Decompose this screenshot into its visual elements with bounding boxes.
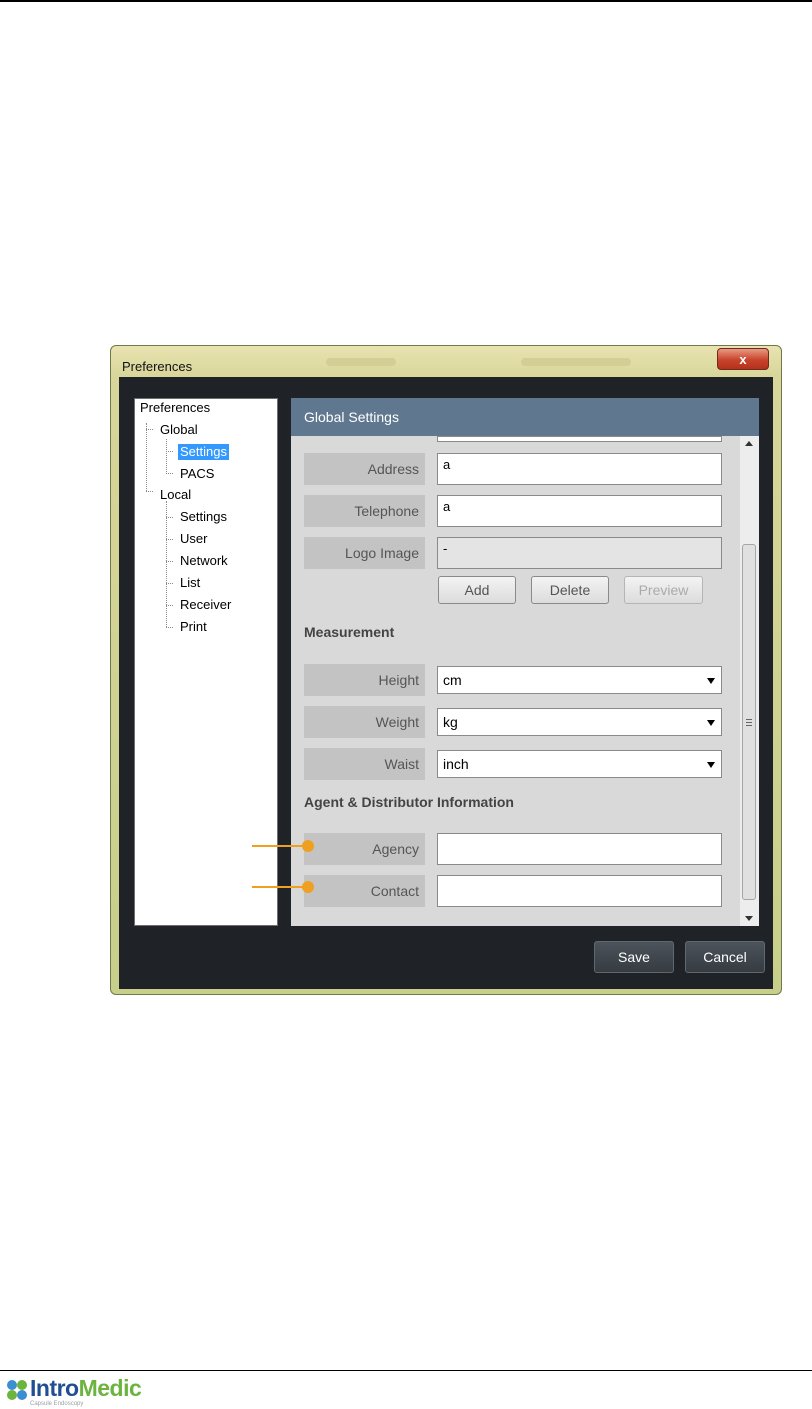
clipped-field[interactable] — [437, 436, 722, 442]
tree-line — [166, 439, 167, 474]
logo-intro: Intro — [30, 1375, 79, 1401]
waist-select[interactable]: inch — [437, 750, 722, 778]
contact-label: Contact — [304, 875, 425, 907]
scroll-up-arrow-icon[interactable] — [745, 441, 753, 446]
chevron-down-icon — [707, 720, 715, 726]
clover-icon — [7, 1380, 27, 1400]
tree-item-local[interactable]: Local — [160, 487, 191, 503]
tree-item-local-list[interactable]: List — [180, 575, 200, 591]
tree-item-global-settings[interactable]: Settings — [178, 444, 229, 460]
chevron-down-icon — [707, 762, 715, 768]
tree-item-global-pacs[interactable]: PACS — [180, 466, 214, 482]
window-title: Preferences — [122, 359, 193, 374]
height-label: Height — [304, 664, 425, 696]
logo-image-field: - — [437, 537, 722, 569]
logo-image-label: Logo Image — [304, 537, 425, 569]
scrollbar-thumb[interactable] — [742, 544, 756, 900]
tree-line — [166, 539, 173, 540]
waist-label: Waist — [304, 748, 425, 780]
tree-line — [166, 583, 173, 584]
footer-rule — [0, 1370, 812, 1371]
chevron-down-icon — [707, 678, 715, 684]
tree-item-local-print[interactable]: Print — [180, 619, 207, 635]
height-select-value: cm — [443, 672, 462, 688]
tree-line — [166, 473, 173, 474]
weight-select[interactable]: kg — [437, 708, 722, 736]
panel-title: Global Settings — [291, 398, 759, 436]
logo-medic: Medic — [78, 1375, 142, 1401]
grip-line — [746, 719, 752, 720]
logo-text: IntroMedic — [30, 1375, 142, 1402]
weight-label: Weight — [304, 706, 425, 738]
intromedic-logo: IntroMedic Capsule Endoscopy — [6, 1375, 166, 1407]
contact-callout-line — [252, 886, 308, 888]
top-rule — [0, 0, 812, 2]
agency-label: Agency — [304, 833, 425, 865]
tree-line — [166, 627, 173, 628]
logo-tagline: Capsule Endoscopy — [30, 1401, 84, 1407]
global-settings-panel: Global Settings Address a Telephone a Lo… — [291, 398, 759, 926]
agency-field[interactable] — [437, 833, 722, 865]
title-bar-blur — [521, 358, 631, 366]
contact-field[interactable] — [437, 875, 722, 907]
tree-line — [166, 561, 173, 562]
tree-line — [146, 423, 147, 491]
grip-line — [746, 722, 752, 723]
preferences-window: Preferences x Preferences Global Setting… — [110, 345, 782, 995]
cancel-button[interactable]: Cancel — [685, 941, 765, 973]
agency-callout-dot — [302, 840, 314, 852]
telephone-field[interactable]: a — [437, 495, 722, 527]
scroll-down-arrow-icon[interactable] — [745, 916, 753, 921]
tree-line — [146, 429, 153, 430]
tree-item-local-user[interactable]: User — [180, 531, 207, 547]
height-select[interactable]: cm — [437, 666, 722, 694]
tree-item-local-settings[interactable]: Settings — [180, 509, 227, 525]
window-client-area: Preferences Global Settings PACS Local S… — [119, 377, 773, 989]
title-bar-blur — [326, 358, 396, 366]
close-button[interactable]: x — [717, 348, 769, 370]
contact-callout-dot — [302, 881, 314, 893]
waist-select-value: inch — [443, 756, 469, 772]
agent-distributor-heading: Agent & Distributor Information — [304, 794, 514, 810]
address-field[interactable]: a — [437, 453, 722, 485]
agency-callout-line — [252, 845, 308, 847]
tree-item-local-receiver[interactable]: Receiver — [180, 597, 231, 613]
weight-select-value: kg — [443, 714, 458, 730]
telephone-label: Telephone — [304, 495, 425, 527]
grip-line — [746, 725, 752, 726]
address-label: Address — [304, 453, 425, 485]
tree-line — [166, 517, 173, 518]
tree-line — [146, 491, 153, 492]
preview-logo-button[interactable]: Preview — [624, 576, 703, 604]
tree-line — [166, 501, 167, 627]
add-logo-button[interactable]: Add — [438, 576, 516, 604]
tree-line — [166, 451, 173, 452]
tree-item-local-network[interactable]: Network — [180, 553, 228, 569]
delete-logo-button[interactable]: Delete — [531, 576, 609, 604]
tree-item-global[interactable]: Global — [160, 422, 198, 438]
tree-root-preferences[interactable]: Preferences — [140, 400, 210, 416]
save-button[interactable]: Save — [594, 941, 674, 973]
measurement-heading: Measurement — [304, 624, 395, 640]
tree-line — [166, 605, 173, 606]
vertical-scrollbar[interactable] — [740, 436, 759, 926]
